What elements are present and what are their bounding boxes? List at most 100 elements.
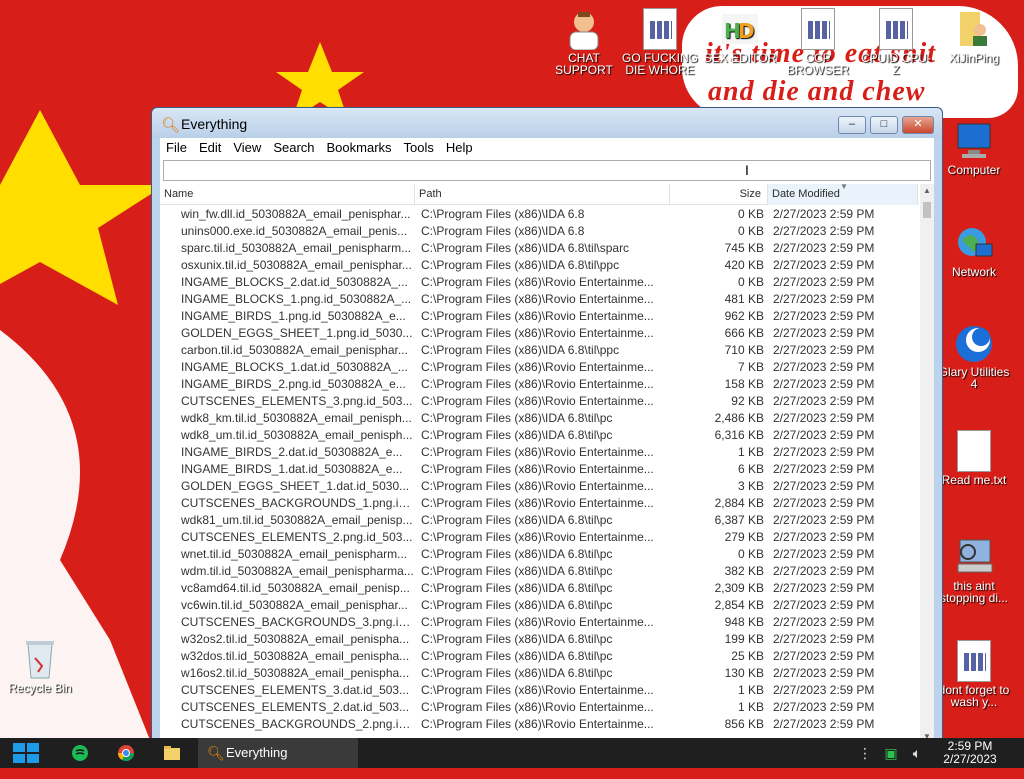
table-row[interactable]: w32os2.til.id_5030882A_email_penispha...… [160,631,918,648]
table-row[interactable]: GOLDEN_EGGS_SHEET_1.png.id_5030... C:\Pro… [160,325,918,342]
menu-help[interactable]: Help [440,138,479,155]
desktop-icon-xijinping[interactable]: XiJinPing [936,8,1012,64]
menu-file[interactable]: File [160,138,193,155]
table-row[interactable]: CUTSCENES_BACKGROUNDS_1.png.id... C:\Prog… [160,495,918,512]
desktop-icon-recycle-bin[interactable]: Recycle Bin [2,638,78,694]
file-size-cell: 199 KB [724,632,764,646]
file-size-cell: 745 KB [724,241,764,255]
table-row[interactable]: CUTSCENES_BACKGROUNDS_2.png.id... C:\Prog… [160,716,918,733]
file-path-cell: C:\Program Files (x86)\Rovio Entertainme… [421,326,654,340]
table-row[interactable]: INGAME_BIRDS_1.png.id_5030882A_e... C:\Pr… [160,308,918,325]
desktop-icon-ccp-browser[interactable]: CCP BROWSER [780,8,856,76]
column-header-name[interactable]: Name [160,184,415,205]
menu-search[interactable]: Search [267,138,320,155]
icon-label: CCP BROWSER [786,51,849,77]
table-row[interactable]: wdk8_um.til.id_5030882A_email_penisph...… [160,427,918,444]
desktop-icon-network[interactable]: Network [936,222,1012,278]
desktop-icon-chat-support[interactable]: CHAT SUPPORT [546,8,622,76]
desktop-icon-computer[interactable]: Computer [936,120,1012,176]
desktop-icon-this-aint[interactable]: this aint stopping di... [936,536,1012,604]
desktop-icon-sex-editor[interactable]: HD SEX EDITOR [702,8,778,64]
table-row[interactable]: carbon.til.id_5030882A_email_penisphar..… [160,342,918,359]
menu-bar: File Edit View Search Bookmarks Tools Help [160,138,934,158]
menu-view[interactable]: View [227,138,267,155]
table-row[interactable]: wdk8_km.til.id_5030882A_email_penisph...… [160,410,918,427]
recycle-bin-icon [20,638,60,680]
taskbar-everything-button[interactable]: 🔍︎ Everything [198,738,358,768]
table-row[interactable]: CUTSCENES_ELEMENTS_3.png.id_503... C:\Pro… [160,393,918,410]
network-status-icon[interactable]: ▣ [878,738,904,768]
file-name-cell: osxunix.til.id_5030882A_email_penisphar.… [181,258,412,272]
table-row[interactable]: GOLDEN_EGGS_SHEET_1.dat.id_5030... C:\Pro… [160,478,918,495]
menu-tools[interactable]: Tools [398,138,440,155]
taskbar-spotify-icon[interactable] [60,738,100,768]
table-row[interactable]: INGAME_BLOCKS_1.dat.id_5030882A_... C:\Pr… [160,359,918,376]
file-size-cell: 710 KB [724,343,764,357]
file-size-cell: 2,884 KB [714,496,764,510]
file-size-cell: 948 KB [724,615,764,629]
table-row[interactable]: osxunix.til.id_5030882A_email_penisphar.… [160,257,918,274]
results-rows: win_fw.dll.id_5030882A_email_penisphar..… [160,206,918,733]
table-row[interactable]: vc6win.til.id_5030882A_email_penisphar..… [160,597,918,614]
table-row[interactable]: CUTSCENES_ELEMENTS_2.dat.id_503... C:\Pro… [160,699,918,716]
close-button[interactable]: ✕ [902,116,934,134]
menu-bookmarks[interactable]: Bookmarks [321,138,398,155]
glary-utilities-icon [954,322,994,364]
taskbar: 🔍︎ Everything ⋮ ▣ 🔈︎ 2:59 PM 2/27/2023 [0,738,1024,768]
text-file-icon [957,430,991,472]
taskbar-explorer-icon[interactable] [152,738,192,768]
menu-edit[interactable]: Edit [193,138,227,155]
table-row[interactable]: win_fw.dll.id_5030882A_email_penisphar..… [160,206,918,223]
title-bar[interactable]: 🔍︎ Everything – □ ✕ [152,108,942,138]
column-header-size[interactable]: Size [670,184,768,205]
overflow-dots-icon[interactable]: ⋮ [852,738,878,768]
maximize-button[interactable]: □ [870,116,898,134]
table-row[interactable]: wdk81_um.til.id_5030882A_email_penisp...… [160,512,918,529]
file-path-cell: C:\Program Files (x86)\Rovio Entertainme… [421,445,654,459]
taskbar-task-label: Everything [226,745,288,760]
start-button[interactable] [4,738,48,768]
desktop-icon-go-die[interactable]: GO FUCKING DIE WHORE [622,8,698,76]
minimize-button[interactable]: – [838,116,866,134]
file-name-cell: wnet.til.id_5030882A_email_penispharm... [181,547,408,561]
desktop-icon-readme[interactable]: Read me.txt [936,430,1012,486]
file-date-cell: 2/27/2023 2:59 PM [773,717,875,731]
search-bar: I [160,158,934,184]
file-size-cell: 0 KB [737,547,764,561]
table-row[interactable]: w16os2.til.id_5030882A_email_penispha...… [160,665,918,682]
table-row[interactable]: wdm.til.id_5030882A_email_penispharma...… [160,563,918,580]
desktop-icon-cpuz[interactable]: CPUID CPU-Z [858,8,934,76]
desktop-icon-dont-forget[interactable]: dont forget to wash y... [936,640,1012,708]
svg-text:D: D [738,19,755,43]
file-name-cell: wdk8_km.til.id_5030882A_email_penisph... [181,411,412,425]
table-row[interactable]: w32dos.til.id_5030882A_email_penispha...… [160,648,918,665]
file-size-cell: 158 KB [724,377,764,391]
file-name-cell: wdk8_um.til.id_5030882A_email_penisph... [181,428,413,442]
file-size-cell: 1 KB [737,683,764,697]
table-row[interactable]: INGAME_BLOCKS_2.dat.id_5030882A_... C:\Pr… [160,274,918,291]
scrollbar-thumb[interactable] [923,202,931,218]
table-row[interactable]: unins000.exe.id_5030882A_email_penis... C… [160,223,918,240]
table-row[interactable]: sparc.til.id_5030882A_email_penispharm..… [160,240,918,257]
volume-icon[interactable]: 🔈︎ [904,738,930,768]
results-list: Name Path Size Date Modified ▼ win_fw.dl… [160,184,934,746]
file-date-cell: 2/27/2023 2:59 PM [773,479,875,493]
desktop-icon-glary[interactable]: Glary Utilities 4 [936,322,1012,390]
search-input[interactable] [163,160,931,181]
table-row[interactable]: INGAME_BIRDS_2.dat.id_5030882A_e... C:\Pr… [160,444,918,461]
table-row[interactable]: INGAME_BLOCKS_1.png.id_5030882A_... C:\Pr… [160,291,918,308]
column-header-path[interactable]: Path [415,184,670,205]
table-row[interactable]: CUTSCENES_ELEMENTS_3.dat.id_503... C:\Pro… [160,682,918,699]
table-row[interactable]: INGAME_BIRDS_1.dat.id_5030882A_e... C:\Pr… [160,461,918,478]
file-path-cell: C:\Program Files (x86)\Rovio Entertainme… [421,615,654,629]
scroll-up-arrow-icon[interactable]: ▲ [923,186,931,195]
table-row[interactable]: wnet.til.id_5030882A_email_penispharm...… [160,546,918,563]
table-row[interactable]: CUTSCENES_BACKGROUNDS_3.png.id... C:\Prog… [160,614,918,631]
table-row[interactable]: CUTSCENES_ELEMENTS_2.png.id_503... C:\Pro… [160,529,918,546]
table-row[interactable]: INGAME_BIRDS_2.png.id_5030882A_e... C:\Pr… [160,376,918,393]
taskbar-clock[interactable]: 2:59 PM 2/27/2023 [930,740,1010,766]
vertical-scrollbar[interactable]: ▲ ▼ [920,184,934,746]
table-row[interactable]: vc8amd64.til.id_5030882A_email_penisp...… [160,580,918,597]
file-size-cell: 666 KB [724,326,764,340]
taskbar-chrome-icon[interactable] [106,738,146,768]
